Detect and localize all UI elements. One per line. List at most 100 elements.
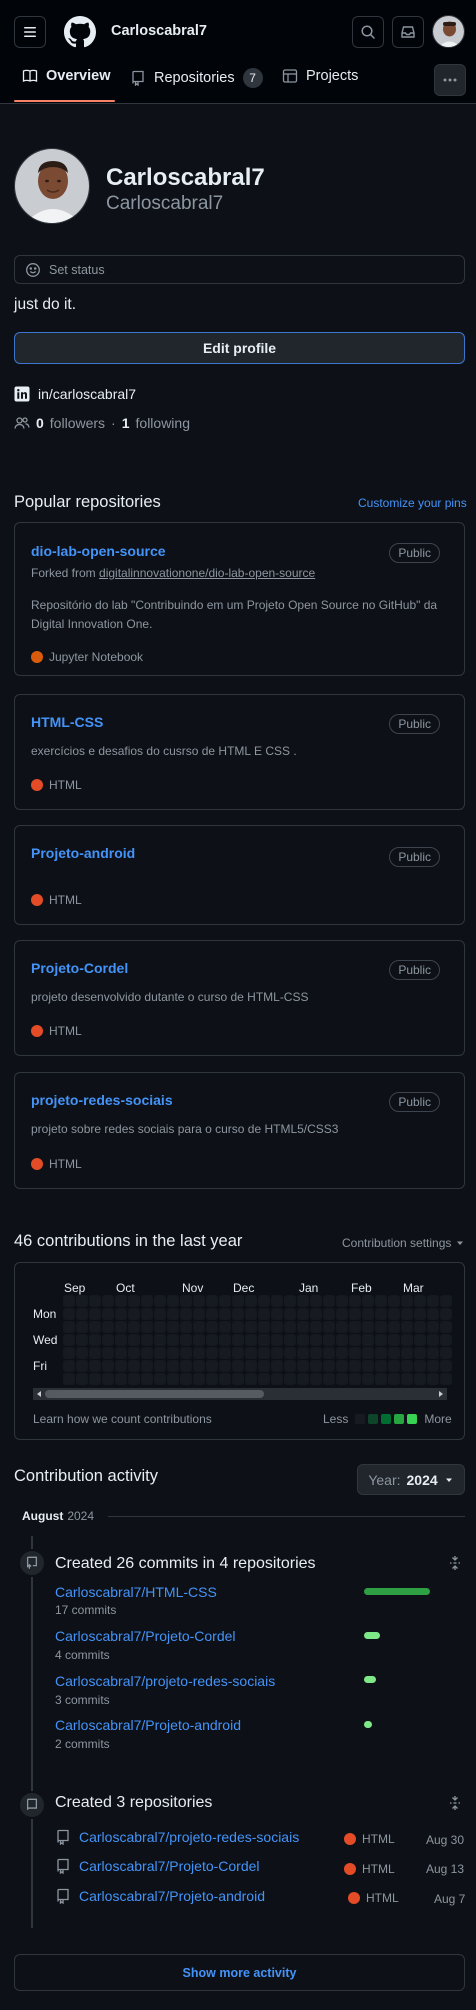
set-status-button[interactable]: Set status (14, 255, 465, 284)
contribution-day-cell[interactable] (401, 1308, 413, 1320)
contribution-day-cell[interactable] (76, 1295, 88, 1307)
contribution-day-cell[interactable] (245, 1347, 257, 1359)
contribution-day-cell[interactable] (271, 1295, 283, 1307)
contribution-day-cell[interactable] (375, 1295, 387, 1307)
contribution-day-cell[interactable] (63, 1321, 75, 1333)
contribution-day-cell[interactable] (76, 1321, 88, 1333)
contribution-day-cell[interactable] (102, 1373, 114, 1385)
contribution-day-cell[interactable] (388, 1334, 400, 1346)
contribution-day-cell[interactable] (284, 1321, 296, 1333)
contribution-day-cell[interactable] (414, 1347, 426, 1359)
contribution-day-cell[interactable] (180, 1334, 192, 1346)
scrollbar-thumb[interactable] (45, 1390, 264, 1398)
contribution-day-cell[interactable] (362, 1321, 374, 1333)
contribution-day-cell[interactable] (310, 1308, 322, 1320)
contribution-day-cell[interactable] (310, 1347, 322, 1359)
contribution-day-cell[interactable] (336, 1360, 348, 1372)
contribution-day-cell[interactable] (336, 1347, 348, 1359)
contribution-day-cell[interactable] (128, 1308, 140, 1320)
contribution-day-cell[interactable] (414, 1321, 426, 1333)
contribution-day-cell[interactable] (193, 1373, 205, 1385)
contribution-day-cell[interactable] (232, 1308, 244, 1320)
contribution-day-cell[interactable] (427, 1347, 439, 1359)
contribution-day-cell[interactable] (427, 1373, 439, 1385)
contribution-day-cell[interactable] (323, 1373, 335, 1385)
contribution-day-cell[interactable] (414, 1295, 426, 1307)
contribution-day-cell[interactable] (219, 1321, 231, 1333)
contribution-day-cell[interactable] (206, 1295, 218, 1307)
contribution-day-cell[interactable] (232, 1321, 244, 1333)
contribution-day-cell[interactable] (89, 1295, 101, 1307)
contribution-day-cell[interactable] (128, 1334, 140, 1346)
contribution-day-cell[interactable] (323, 1360, 335, 1372)
commit-repo-link[interactable]: Carloscabral7/Projeto-Cordel (55, 1628, 236, 1644)
contribution-day-cell[interactable] (102, 1308, 114, 1320)
repo-name-link[interactable]: Projeto-android (31, 845, 135, 861)
contribution-day-cell[interactable] (336, 1334, 348, 1346)
created-repo-link[interactable]: Carloscabral7/projeto-redes-sociais (79, 1829, 299, 1845)
contribution-day-cell[interactable] (115, 1334, 127, 1346)
contribution-day-cell[interactable] (258, 1360, 270, 1372)
contribution-day-cell[interactable] (63, 1373, 75, 1385)
header-username[interactable]: Carloscabral7 (111, 23, 207, 39)
contribution-day-cell[interactable] (388, 1347, 400, 1359)
contribution-day-cell[interactable] (219, 1360, 231, 1372)
inbox-button[interactable] (392, 16, 424, 48)
contribution-day-cell[interactable] (219, 1334, 231, 1346)
contribution-day-cell[interactable] (310, 1321, 322, 1333)
contribution-day-cell[interactable] (141, 1347, 153, 1359)
contribution-day-cell[interactable] (89, 1373, 101, 1385)
contribution-day-cell[interactable] (271, 1334, 283, 1346)
contribution-day-cell[interactable] (284, 1308, 296, 1320)
contribution-day-cell[interactable] (141, 1295, 153, 1307)
contribution-day-cell[interactable] (89, 1347, 101, 1359)
contribution-day-cell[interactable] (258, 1347, 270, 1359)
contribution-day-cell[interactable] (336, 1321, 348, 1333)
contribution-day-cell[interactable] (232, 1334, 244, 1346)
search-button[interactable] (352, 16, 384, 48)
contribution-day-cell[interactable] (401, 1295, 413, 1307)
contribution-day-cell[interactable] (89, 1360, 101, 1372)
contribution-day-cell[interactable] (154, 1295, 166, 1307)
contribution-day-cell[interactable] (401, 1334, 413, 1346)
contribution-day-cell[interactable] (375, 1360, 387, 1372)
contribution-day-cell[interactable] (310, 1373, 322, 1385)
followers-count[interactable]: 0 (36, 415, 44, 431)
contribution-day-cell[interactable] (206, 1321, 218, 1333)
contribution-day-cell[interactable] (375, 1334, 387, 1346)
created-repo-row[interactable]: Carloscabral7/projeto-redes-sociais (55, 1829, 299, 1845)
contribution-day-cell[interactable] (362, 1373, 374, 1385)
contribution-day-cell[interactable] (427, 1321, 439, 1333)
contribution-day-cell[interactable] (63, 1308, 75, 1320)
contribution-day-cell[interactable] (102, 1360, 114, 1372)
contribution-day-cell[interactable] (297, 1360, 309, 1372)
following-count[interactable]: 1 (122, 415, 130, 431)
contribution-day-cell[interactable] (349, 1295, 361, 1307)
contribution-day-cell[interactable] (193, 1321, 205, 1333)
contribution-day-cell[interactable] (427, 1308, 439, 1320)
contribution-day-cell[interactable] (102, 1334, 114, 1346)
contribution-day-cell[interactable] (362, 1347, 374, 1359)
repo-name-link[interactable]: dio-lab-open-source (31, 543, 166, 559)
contribution-day-cell[interactable] (141, 1373, 153, 1385)
contribution-day-cell[interactable] (206, 1334, 218, 1346)
contribution-day-cell[interactable] (388, 1373, 400, 1385)
contribution-day-cell[interactable] (115, 1373, 127, 1385)
contribution-day-cell[interactable] (284, 1334, 296, 1346)
contribution-day-cell[interactable] (167, 1308, 179, 1320)
contribution-day-cell[interactable] (154, 1334, 166, 1346)
commit-repo-link[interactable]: Carloscabral7/Projeto-android (55, 1717, 241, 1733)
repo-name-link[interactable]: projeto-redes-sociais (31, 1092, 173, 1108)
contribution-day-cell[interactable] (375, 1308, 387, 1320)
contribution-day-cell[interactable] (297, 1308, 309, 1320)
contribution-day-cell[interactable] (219, 1347, 231, 1359)
commit-count-link[interactable]: 2 commits (55, 1737, 110, 1751)
contribution-day-cell[interactable] (427, 1360, 439, 1372)
contribution-day-cell[interactable] (63, 1295, 75, 1307)
contribution-day-cell[interactable] (180, 1308, 192, 1320)
commit-count-link[interactable]: 4 commits (55, 1648, 110, 1662)
contribution-day-cell[interactable] (414, 1334, 426, 1346)
contribution-day-cell[interactable] (258, 1308, 270, 1320)
contribution-day-cell[interactable] (362, 1295, 374, 1307)
contribution-day-cell[interactable] (414, 1308, 426, 1320)
